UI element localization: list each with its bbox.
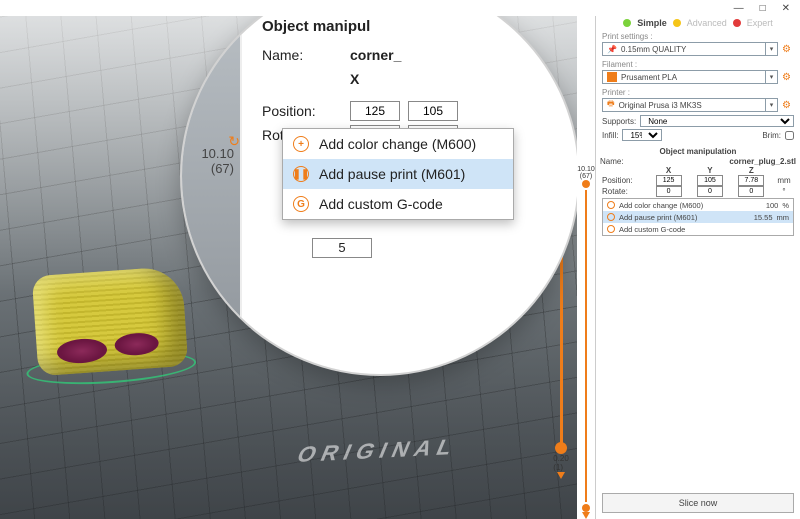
mag-pos-y[interactable]	[408, 101, 458, 121]
magnified-panel: Object manipul Name:corner_ X Position: …	[242, 16, 577, 374]
pos-y[interactable]	[697, 175, 723, 186]
pause-icon: ❚❚	[293, 166, 309, 182]
chevron-down-icon[interactable]	[582, 512, 590, 519]
pause-icon	[607, 213, 615, 221]
model-object[interactable]	[32, 266, 189, 376]
mag-pos-x[interactable]	[350, 101, 400, 121]
rot-x[interactable]	[656, 186, 682, 197]
sm-ctx-custom-gcode[interactable]: Add custom G-code	[603, 223, 793, 235]
gcode-icon: G	[293, 196, 309, 212]
rot-z[interactable]	[738, 186, 764, 197]
printer-label: Printer :	[596, 86, 800, 97]
tab-expert[interactable]: Expert	[747, 18, 773, 28]
window-titlebar: — □ ✕	[0, 0, 800, 16]
infill-select[interactable]: 15%	[622, 129, 662, 141]
object-manipulation-panel: Object manipulation Name: corner_plug_2.…	[600, 144, 796, 197]
chevron-down-icon[interactable]: ▾	[766, 42, 778, 56]
plus-icon: +	[293, 136, 309, 152]
small-context-menu: Add color change (M600) 100 % Add pause …	[602, 198, 794, 236]
magnifier-lens: ↻ 10.10 (67) Object manipul Name:corner_…	[180, 16, 577, 376]
infill-label: Infill:	[602, 131, 618, 140]
rot-y[interactable]	[697, 186, 723, 197]
print-preset-select[interactable]: 📌 0.15mm QUALITY	[602, 42, 766, 56]
slice-now-button[interactable]: Slice now	[602, 493, 794, 513]
filament-label: Filament :	[596, 58, 800, 69]
slider-thumb-bottom[interactable]	[555, 442, 567, 454]
mode-expert-dot	[733, 19, 741, 27]
chevron-down-icon[interactable]: ▾	[766, 98, 778, 112]
gcode-icon	[607, 225, 615, 233]
supports-select[interactable]: None	[640, 115, 794, 127]
ctx-add-pause-print[interactable]: ❚❚ Add pause print (M601)	[283, 159, 513, 189]
tab-advanced[interactable]: Advanced	[687, 18, 727, 28]
slider-context-menu: + Add color change (M600) ❚❚ Add pause p…	[282, 128, 514, 220]
tab-simple[interactable]: Simple	[637, 18, 667, 28]
mag-partial-field: 5	[312, 238, 372, 258]
print-settings-label: Print settings :	[596, 30, 800, 41]
sm-ctx-color-change[interactable]: Add color change (M600) 100 %	[603, 199, 793, 211]
object-name: corner_plug_2.stl	[628, 157, 796, 166]
pos-z[interactable]	[738, 175, 764, 186]
sm-ctx-pause-print[interactable]: Add pause print (M601) 15.55 mm	[603, 211, 793, 223]
mode-simple-dot	[623, 19, 631, 27]
ctx-add-custom-gcode[interactable]: G Add custom G-code	[283, 189, 513, 219]
window-max-button[interactable]: □	[760, 3, 766, 14]
brim-label: Brim:	[762, 131, 781, 140]
filament-preset-select[interactable]: Prusament PLA	[602, 70, 766, 84]
printer-icon: 🖶	[607, 98, 615, 112]
window-close-button[interactable]: ✕	[782, 3, 790, 14]
supports-label: Supports:	[602, 117, 636, 126]
mode-advanced-dot	[673, 19, 681, 27]
chevron-down-icon[interactable]: ▾	[766, 70, 778, 84]
3d-viewport[interactable]: ORIGINAL 10.10((67)) 0.20(1) ↻ 10.1	[0, 16, 577, 519]
right-panel: Simple Advanced Expert Print settings : …	[595, 16, 800, 519]
gear-icon[interactable]: ⚙	[782, 100, 794, 111]
window-min-button[interactable]: —	[734, 3, 744, 14]
printer-preset-select[interactable]: 🖶 Original Prusa i3 MK3S	[602, 98, 766, 112]
pin-icon: 📌	[607, 45, 617, 54]
gear-icon[interactable]: ⚙	[782, 72, 794, 83]
brim-checkbox[interactable]	[785, 131, 794, 140]
ctx-add-color-change[interactable]: + Add color change (M600)	[283, 129, 513, 159]
plus-icon	[607, 201, 615, 209]
gear-icon[interactable]: ⚙	[782, 44, 794, 55]
layer-slider-small[interactable]: 10.10(67)	[577, 16, 595, 519]
filament-swatch	[607, 72, 617, 82]
pos-x[interactable]	[656, 175, 682, 186]
chevron-down-icon[interactable]	[557, 472, 565, 479]
